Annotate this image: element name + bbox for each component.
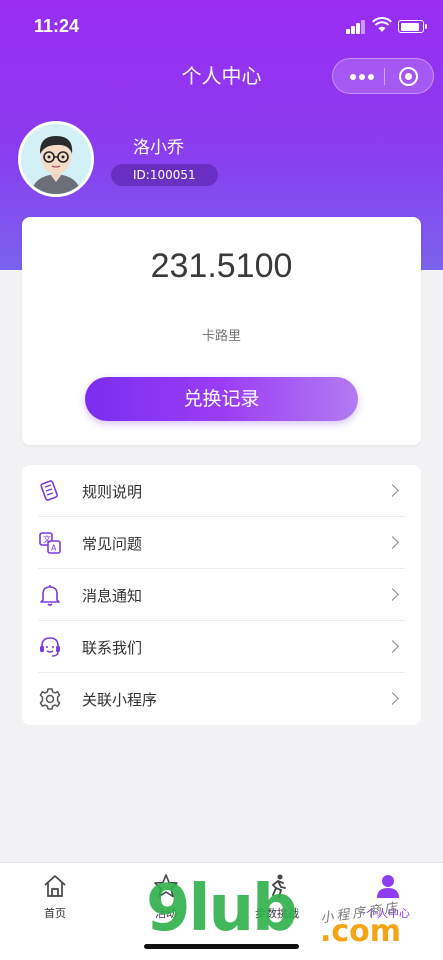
menu-item-faq[interactable]: 文 A 常见问题 — [22, 517, 421, 569]
svg-text:文: 文 — [43, 534, 51, 544]
star-icon — [154, 874, 178, 898]
chevron-right-icon — [386, 692, 399, 705]
user-icon — [377, 875, 399, 898]
rules-icon — [40, 480, 58, 501]
chevron-right-icon — [386, 588, 399, 601]
menu-item-label: 联系我们 — [82, 639, 143, 657]
runner-icon — [271, 874, 286, 898]
svg-text:A: A — [51, 544, 57, 553]
avatar[interactable] — [18, 121, 94, 197]
close-miniprogram-icon[interactable] — [399, 67, 418, 86]
chevron-right-icon — [386, 484, 399, 497]
menu-item-rules[interactable]: 规则说明 — [22, 465, 421, 517]
balance-amount: 231.5100 — [150, 247, 293, 285]
status-bar: 11:24 — [0, 0, 443, 52]
balance-unit: 卡路里 — [201, 329, 241, 344]
avatar-image — [21, 124, 91, 194]
menu-item-notifications[interactable]: 消息通知 — [22, 569, 421, 621]
chevron-right-icon — [386, 536, 399, 549]
headset-icon — [40, 637, 60, 657]
exchange-record-button[interactable]: 兑换记录 — [85, 377, 358, 421]
user-id-badge: ID:100051 — [111, 164, 218, 186]
gear-icon — [39, 688, 61, 710]
tab-home[interactable]: 首页 — [0, 863, 110, 923]
user-name: 洛小乔 — [133, 138, 184, 158]
settings-menu: 规则说明 文 A 常见问题 消息通知 联系我们 关联小程序 — [22, 465, 421, 725]
menu-item-label: 规则说明 — [82, 483, 143, 501]
tab-label: 个人中心 — [366, 907, 410, 920]
menu-item-label: 消息通知 — [82, 587, 143, 605]
wifi-icon — [372, 17, 392, 32]
tab-label: 首页 — [44, 907, 66, 920]
tab-step-challenge[interactable]: 步数挑战 — [222, 863, 332, 923]
tab-activity[interactable]: 活动 — [111, 863, 221, 923]
capsule-divider — [384, 68, 385, 85]
more-icon[interactable] — [347, 59, 383, 93]
tab-profile[interactable]: 个人中心 — [333, 863, 443, 923]
home-indicator — [144, 944, 299, 949]
battery-icon — [398, 20, 427, 33]
home-icon — [44, 875, 66, 897]
faq-icon: 文 A — [39, 532, 61, 554]
tab-label: 活动 — [155, 907, 177, 920]
tab-label: 步数挑战 — [255, 907, 299, 920]
balance-card: 231.5100 卡路里 兑换记录 — [22, 217, 421, 445]
chevron-right-icon — [386, 640, 399, 653]
miniprogram-capsule — [332, 58, 434, 94]
menu-item-label: 常见问题 — [82, 535, 143, 553]
menu-item-label: 关联小程序 — [82, 691, 158, 709]
menu-item-contact[interactable]: 联系我们 — [22, 621, 421, 673]
signal-icon — [346, 20, 366, 34]
menu-item-linked-miniprogram[interactable]: 关联小程序 — [22, 673, 421, 725]
status-time: 11:24 — [34, 16, 80, 36]
bell-icon — [40, 585, 60, 606]
